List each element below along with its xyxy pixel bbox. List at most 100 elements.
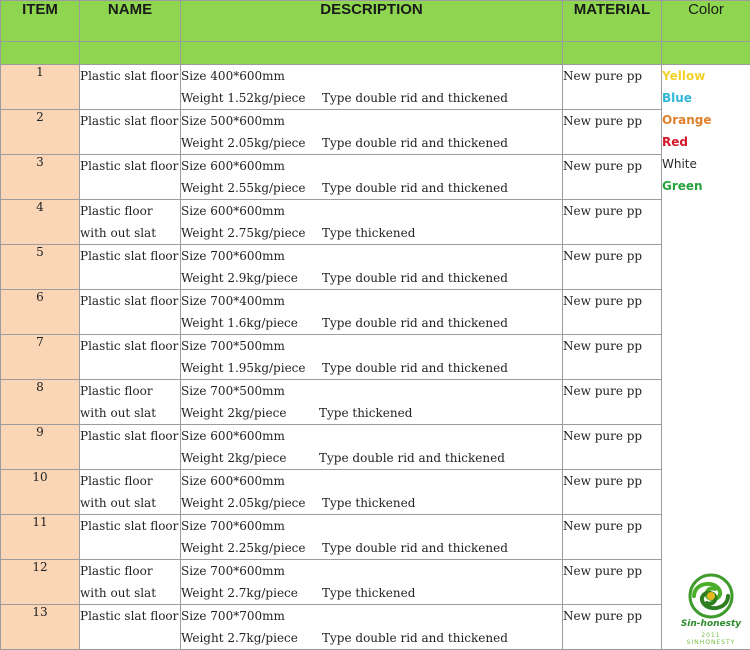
color-option: Green (662, 175, 750, 197)
item-type: Type double rid and thickened (322, 316, 508, 330)
item-weight-type: Weight 2.7kg/pieceType double rid and th… (181, 627, 562, 649)
item-name-line: Plastic floor (80, 470, 180, 492)
item-name: Plastic floorwith out slat (80, 200, 181, 245)
item-name-line: Plastic slat floor (80, 155, 180, 177)
item-material: New pure pp (563, 290, 662, 335)
item-weight: Weight 2.05kg/piece (181, 492, 322, 514)
table-row: 5Plastic slat floorSize 700*600mmWeight … (1, 245, 750, 290)
header-row: ITEM NAME DESCRIPTION MATERIAL Color (1, 1, 750, 42)
item-description: Size 600*600mmWeight 2.05kg/pieceType th… (181, 470, 563, 515)
item-description: Size 600*600mmWeight 2.75kg/pieceType th… (181, 200, 563, 245)
item-number: 6 (1, 290, 80, 335)
color-option: White (662, 153, 750, 175)
item-name: Plastic slat floor (80, 110, 181, 155)
item-type: Type double rid and thickened (322, 361, 508, 375)
item-weight: Weight 2.05kg/piece (181, 132, 322, 154)
item-name: Plastic slat floor (80, 605, 181, 650)
item-number: 2 (1, 110, 80, 155)
item-name-line: with out slat (80, 582, 180, 604)
logo-name: Sin-honesty (676, 619, 746, 629)
item-number: 13 (1, 605, 80, 650)
table-row: 1Plastic slat floorSize 400*600mmWeight … (1, 65, 750, 110)
item-name: Plastic floorwith out slat (80, 470, 181, 515)
item-weight: Weight 2kg/piece (181, 447, 319, 469)
item-name-line: Plastic slat floor (80, 110, 180, 132)
item-weight-type: Weight 2.55kg/pieceType double rid and t… (181, 177, 562, 199)
item-name-line: Plastic floor (80, 200, 180, 222)
item-name: Plastic slat floor (80, 245, 181, 290)
item-number: 9 (1, 425, 80, 470)
table-row: 2Plastic slat floorSize 500*600mmWeight … (1, 110, 750, 155)
item-number: 5 (1, 245, 80, 290)
item-weight-type: Weight 2.7kg/pieceType thickened (181, 582, 562, 604)
item-weight: Weight 2.25kg/piece (181, 537, 322, 559)
item-name: Plastic slat floor (80, 65, 181, 110)
item-material: New pure pp (563, 560, 662, 605)
item-description: Size 600*600mmWeight 2kg/pieceType doubl… (181, 425, 563, 470)
item-size: Size 600*600mm (181, 155, 562, 177)
item-size: Size 700*500mm (181, 335, 562, 357)
item-name-line: Plastic slat floor (80, 245, 180, 267)
logo-tagline: 2011 SINHONESTY (676, 632, 746, 646)
item-type: Type double rid and thickened (322, 181, 508, 195)
item-description: Size 700*400mmWeight 1.6kg/pieceType dou… (181, 290, 563, 335)
item-weight-type: Weight 2.25kg/pieceType double rid and t… (181, 537, 562, 559)
item-weight-type: Weight 1.6kg/pieceType double rid and th… (181, 312, 562, 334)
product-spec-sheet: ITEM NAME DESCRIPTION MATERIAL Color 1Pl… (0, 0, 750, 648)
header-name: NAME (80, 1, 181, 42)
item-number: 10 (1, 470, 80, 515)
item-weight-type: Weight 2.75kg/pieceType thickened (181, 222, 562, 244)
item-name-line: with out slat (80, 492, 180, 514)
item-number: 1 (1, 65, 80, 110)
item-number: 4 (1, 200, 80, 245)
color-list: YellowBlueOrangeRedWhiteGreen (662, 65, 750, 650)
item-size: Size 700*700mm (181, 605, 562, 627)
table-body: 1Plastic slat floorSize 400*600mmWeight … (1, 65, 750, 650)
item-size: Size 600*600mm (181, 425, 562, 447)
item-weight-type: Weight 2.9kg/pieceType double rid and th… (181, 267, 562, 289)
item-number: 8 (1, 380, 80, 425)
item-weight: Weight 2.7kg/piece (181, 582, 322, 604)
item-size: Size 700*600mm (181, 515, 562, 537)
item-weight: Weight 2.9kg/piece (181, 267, 322, 289)
header-color: Color (662, 1, 750, 42)
item-size: Size 400*600mm (181, 65, 562, 87)
table-row: 4Plastic floorwith out slatSize 600*600m… (1, 200, 750, 245)
item-description: Size 700*500mmWeight 1.95kg/pieceType do… (181, 335, 563, 380)
item-type: Type double rid and thickened (322, 271, 508, 285)
item-weight-type: Weight 2kg/pieceType thickened (181, 402, 562, 424)
table-row: 10Plastic floorwith out slatSize 600*600… (1, 470, 750, 515)
color-option: Blue (662, 87, 750, 109)
item-material: New pure pp (563, 200, 662, 245)
item-weight: Weight 2.75kg/piece (181, 222, 322, 244)
item-size: Size 700*400mm (181, 290, 562, 312)
item-material: New pure pp (563, 335, 662, 380)
table-row: 12Plastic floorwith out slatSize 700*600… (1, 560, 750, 605)
item-name-line: Plastic slat floor (80, 335, 180, 357)
swirl-logo-icon (676, 572, 746, 620)
item-description: Size 700*600mmWeight 2.7kg/pieceType thi… (181, 560, 563, 605)
item-weight: Weight 1.6kg/piece (181, 312, 322, 334)
item-name: Plastic slat floor (80, 515, 181, 560)
item-weight: Weight 2kg/piece (181, 402, 319, 424)
item-description: Size 700*500mmWeight 2kg/pieceType thick… (181, 380, 563, 425)
item-size: Size 600*600mm (181, 200, 562, 222)
item-name: Plastic floorwith out slat (80, 380, 181, 425)
spec-table: ITEM NAME DESCRIPTION MATERIAL Color 1Pl… (0, 0, 750, 650)
item-type: Type thickened (319, 406, 412, 420)
item-name-line: Plastic floor (80, 560, 180, 582)
item-weight: Weight 2.7kg/piece (181, 627, 322, 649)
item-type: Type thickened (322, 226, 415, 240)
item-name-line: Plastic slat floor (80, 515, 180, 537)
table-row: 8Plastic floorwith out slatSize 700*500m… (1, 380, 750, 425)
table-row: 6Plastic slat floorSize 700*400mmWeight … (1, 290, 750, 335)
item-weight: Weight 2.55kg/piece (181, 177, 322, 199)
item-material: New pure pp (563, 380, 662, 425)
header-material: MATERIAL (563, 1, 662, 42)
item-name-line: with out slat (80, 222, 180, 244)
item-material: New pure pp (563, 425, 662, 470)
item-weight-type: Weight 1.52kg/pieceType double rid and t… (181, 87, 562, 109)
item-material: New pure pp (563, 155, 662, 200)
item-material: New pure pp (563, 515, 662, 560)
item-weight: Weight 1.95kg/piece (181, 357, 322, 379)
